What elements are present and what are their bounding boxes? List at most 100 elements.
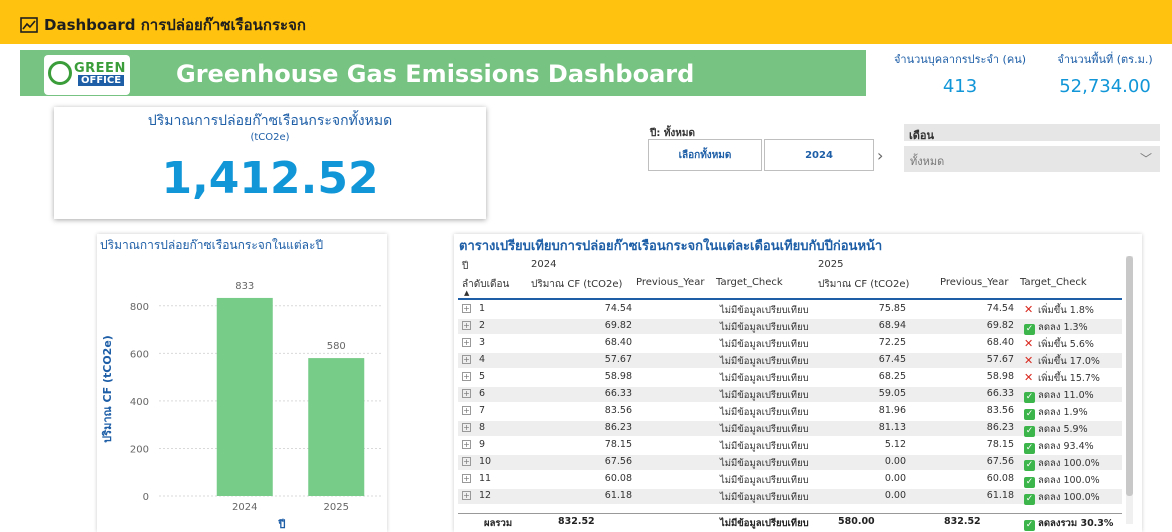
check-2025-cell: ✓ ลดลง 93.4% bbox=[1024, 439, 1094, 454]
cf-2025-cell: 0.00 bbox=[884, 473, 906, 484]
table-scrollbar[interactable] bbox=[1126, 256, 1133, 524]
check-2025-cell: ✓ ลดลง 1.9% bbox=[1024, 405, 1088, 420]
table-row[interactable]: +1 74.54 ไม่มีข้อมูลเปรียบเทียบ 75.85 74.54 ✕… bbox=[458, 302, 1122, 317]
total-unit: (tCO2e) bbox=[250, 132, 290, 143]
prev-2025-header[interactable]: Previous_Year bbox=[940, 277, 1008, 288]
check-2025-cell: ✓ ลดลง 11.0% bbox=[1024, 388, 1094, 403]
bar-chart-svg: 0 200 400 600 800 833 2024 580 2025 ปี ปริมาณ CF (… bbox=[101, 281, 382, 531]
expand-icon[interactable]: + bbox=[462, 440, 471, 449]
line-chart-icon bbox=[20, 17, 38, 33]
expand-icon[interactable]: + bbox=[462, 372, 471, 381]
month-number: 4 bbox=[479, 354, 486, 365]
month-filter-label: เดือน bbox=[904, 124, 1160, 142]
check-icon: ✓ bbox=[1024, 426, 1035, 437]
y-tick-label: 200 bbox=[130, 444, 149, 455]
bar-data-label: 580 bbox=[327, 341, 346, 352]
cf-2024-cell: 61.18 bbox=[604, 490, 632, 501]
table-row[interactable]: +12 61.18 ไม่มีข้อมูลเปรียบเทียบ 0.00 61.18 ✓… bbox=[458, 489, 1122, 505]
check-2025-header[interactable]: Target_Check bbox=[1020, 277, 1087, 288]
table-row[interactable]: +2 69.82 ไม่มีข้อมูลเปรียบเทียบ 68.94 69.82 ✓… bbox=[458, 319, 1122, 335]
cf-2025-header[interactable]: ปริมาณ CF (tCO2e) bbox=[818, 277, 909, 292]
check-icon: ✓ bbox=[1024, 494, 1035, 505]
check-2025-text: ลดลง 1.3% bbox=[1038, 322, 1088, 333]
month-cell: +1 bbox=[462, 303, 485, 314]
total-label: ปริมาณการปล่อยก๊าซเรือนกระจกทั้งหมด bbox=[147, 113, 393, 129]
cf-2024-header[interactable]: ปริมาณ CF (tCO2e) bbox=[531, 277, 622, 292]
prev-2024-header[interactable]: Previous_Year bbox=[636, 277, 704, 288]
total-emissions-card: ปริมาณการปล่อยก๊าซเรือนกระจกทั้งหมด (tCO… bbox=[54, 107, 486, 219]
month-number: 9 bbox=[479, 439, 486, 450]
header-title-group: Dashboard การปล่อยก๊าซเรือนกระจก bbox=[20, 13, 306, 37]
check-2024-cell: ไม่มีข้อมูลเปรียบเทียบ bbox=[720, 492, 809, 503]
expand-icon[interactable]: + bbox=[462, 406, 471, 415]
sort-up-icon[interactable]: ▲ bbox=[464, 289, 469, 297]
chevron-down-icon: ﹀ bbox=[1139, 152, 1152, 166]
table-row[interactable]: +5 58.98 ไม่มีข้อมูลเปรียบเทียบ 68.25 58.98 ✕… bbox=[458, 370, 1122, 385]
check-2025-text: ลดลง 100.0% bbox=[1038, 458, 1100, 469]
cf-2025-cell: 81.96 bbox=[878, 405, 906, 416]
cf-2024-cell: 83.56 bbox=[604, 405, 632, 416]
table-row[interactable]: +6 66.33 ไม่มีข้อมูลเปรียบเทียบ 59.05 66.33 ✓… bbox=[458, 387, 1122, 403]
table-row[interactable]: +4 57.67 ไม่มีข้อมูลเปรียบเทียบ 67.45 57.67 ✕… bbox=[458, 353, 1122, 368]
cf-2024-cell: 67.56 bbox=[604, 456, 632, 467]
expand-icon[interactable]: + bbox=[462, 304, 471, 313]
month-cell: +9 bbox=[462, 439, 485, 450]
staff-label: จำนวนบุคลากรประจำ (คน) bbox=[893, 53, 1027, 66]
check-icon: ✓ bbox=[1024, 392, 1035, 403]
month-dropdown[interactable]: ทั้งหมด ﹀ bbox=[904, 146, 1160, 172]
table-row[interactable]: +10 67.56 ไม่มีข้อมูลเปรียบเทียบ 0.00 67.56 ✓… bbox=[458, 455, 1122, 471]
cf-2024-cell: 68.40 bbox=[604, 337, 632, 348]
table-row[interactable]: +11 60.08 ไม่มีข้อมูลเปรียบเทียบ 0.00 60.08 ✓… bbox=[458, 472, 1122, 488]
cf-2024-cell: 78.15 bbox=[604, 439, 632, 450]
expand-icon[interactable]: + bbox=[462, 389, 471, 398]
month-cell: +7 bbox=[462, 405, 485, 416]
banner-title: Greenhouse Gas Emissions Dashboard bbox=[176, 60, 695, 88]
expand-icon[interactable]: + bbox=[462, 321, 471, 330]
month-cell: +8 bbox=[462, 422, 485, 433]
expand-icon[interactable]: + bbox=[462, 423, 471, 432]
check-2025-text: เพิ่มขึ้น 15.7% bbox=[1038, 373, 1100, 384]
table-row[interactable]: +7 83.56 ไม่มีข้อมูลเปรียบเทียบ 81.96 83.56 ✓… bbox=[458, 404, 1122, 420]
total-prev-2025: 832.52 bbox=[944, 516, 981, 527]
month-number: 7 bbox=[479, 405, 486, 416]
area-value: 52,734.00 bbox=[1059, 76, 1151, 97]
prev-2025-cell: 66.33 bbox=[986, 388, 1014, 399]
check-2024-cell: ไม่มีข้อมูลเปรียบเทียบ bbox=[720, 322, 809, 333]
check-icon: ✓ bbox=[1024, 460, 1035, 471]
chevron-right-icon[interactable]: › bbox=[877, 146, 883, 165]
month-number: 12 bbox=[479, 490, 492, 501]
table-title: ตารางเปรียบเทียบการปล่อยก๊าซเรือนกระจกใน… bbox=[459, 239, 883, 254]
check-2025-text: ลดลง 100.0% bbox=[1038, 492, 1100, 503]
logo-circle-icon bbox=[48, 61, 72, 85]
cf-2024-cell: 66.33 bbox=[604, 388, 632, 399]
expand-icon[interactable]: + bbox=[462, 491, 471, 500]
expand-icon[interactable]: + bbox=[462, 457, 471, 466]
staff-stat: จำนวนบุคลากรประจำ (คน) 413 bbox=[888, 50, 1032, 97]
check-icon: ✓ bbox=[1024, 520, 1035, 531]
expand-icon[interactable]: + bbox=[462, 355, 471, 364]
month-cell: +11 bbox=[462, 473, 491, 484]
table-row[interactable]: +8 86.23 ไม่มีข้อมูลเปรียบเทียบ 81.13 86.23 ✓… bbox=[458, 421, 1122, 437]
expand-icon[interactable]: + bbox=[462, 338, 471, 347]
cf-2024-cell: 60.08 bbox=[604, 473, 632, 484]
y-axis-title: ปริมาณ CF (tCO2e) bbox=[101, 335, 114, 443]
table-row[interactable]: +3 68.40 ไม่มีข้อมูลเปรียบเทียบ 72.25 68.40 ✕… bbox=[458, 336, 1122, 351]
expand-icon[interactable]: + bbox=[462, 474, 471, 483]
cf-2024-cell: 86.23 bbox=[604, 422, 632, 433]
check-2025-cell: ✓ ลดลง 100.0% bbox=[1024, 473, 1100, 488]
total-cf-2025: 580.00 bbox=[838, 516, 875, 527]
select-all-button[interactable]: เลือกทั้งหมด bbox=[648, 139, 762, 171]
check-2025-cell: ✓ ลดลง 100.0% bbox=[1024, 490, 1100, 505]
cf-2025-cell: 0.00 bbox=[884, 490, 906, 501]
scrollbar-thumb[interactable] bbox=[1126, 256, 1133, 496]
cross-icon: ✕ bbox=[1024, 337, 1034, 350]
check-2025-text: เพิ่มขึ้น 17.0% bbox=[1038, 356, 1100, 367]
year-2024-button[interactable]: 2024 bbox=[764, 139, 874, 171]
check-icon: ✓ bbox=[1024, 477, 1035, 488]
x-tick-label: 2024 bbox=[232, 502, 257, 513]
cf-2025-cell: 59.05 bbox=[878, 388, 906, 399]
total-value: 1,412.52 bbox=[161, 153, 379, 204]
table-row[interactable]: +9 78.15 ไม่มีข้อมูลเปรียบเทียบ 5.12 78.15 ✓ ล… bbox=[458, 438, 1122, 454]
check-2024-header[interactable]: Target_Check bbox=[716, 277, 783, 288]
check-2025-text: ลดลง 93.4% bbox=[1038, 441, 1094, 452]
